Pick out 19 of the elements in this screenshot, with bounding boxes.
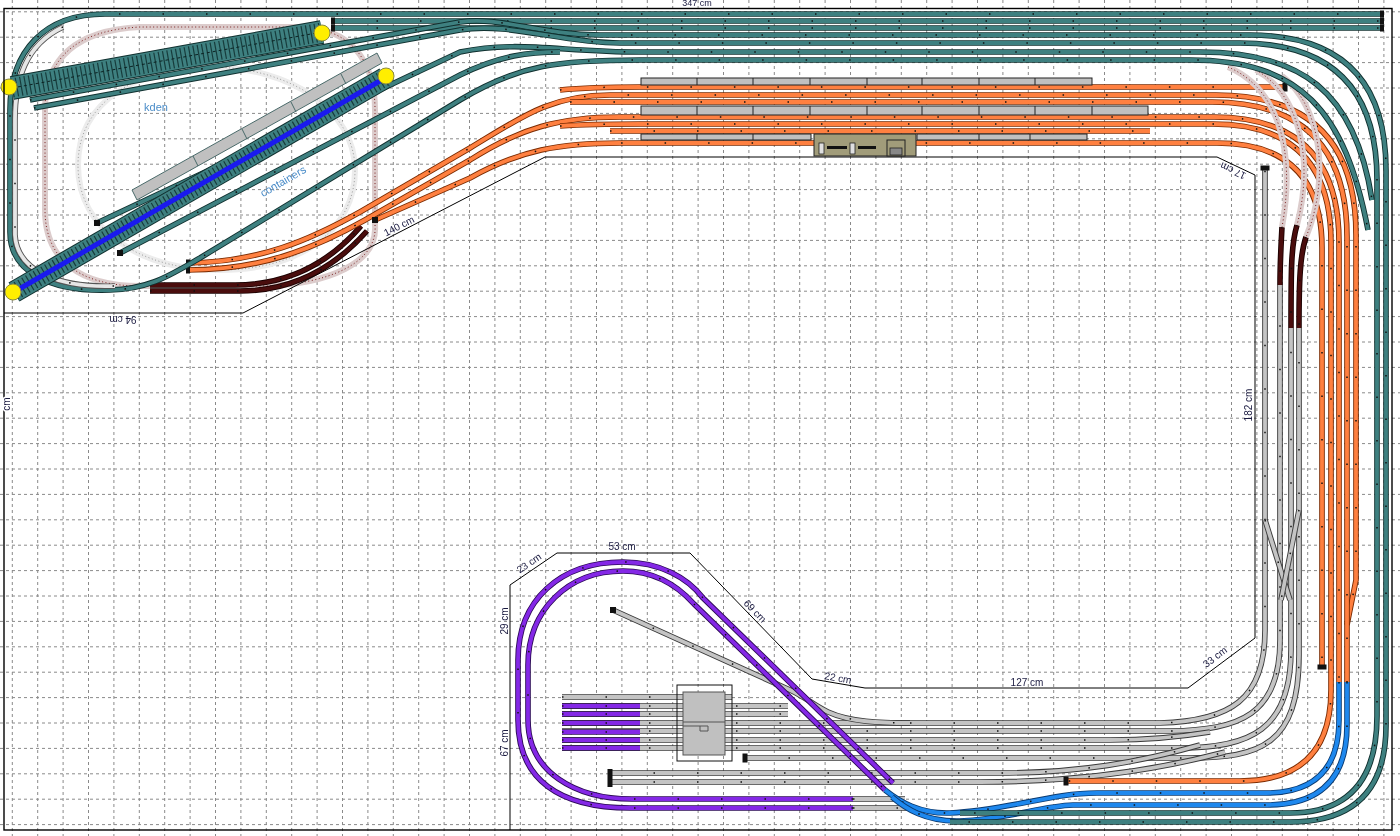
dimension-label: cm	[0, 397, 12, 411]
end-marker-icon	[313, 24, 331, 42]
dimension-label: 69 cm	[741, 597, 769, 625]
dimension-label: 22 cm	[823, 670, 853, 686]
dimension-label: 17 cm	[1218, 160, 1248, 182]
dimension-label: 127 cm	[1010, 676, 1044, 688]
dimension-label: 182 cm	[1242, 388, 1254, 422]
end-marker-icon	[0, 78, 18, 96]
end-marker-icon	[377, 67, 395, 85]
dimension-label: 29 cm	[498, 607, 510, 635]
dimension-label: 53 cm	[608, 540, 636, 552]
dimension-label: 94 cm	[109, 313, 137, 325]
dimension-label: 347 cm	[682, 0, 712, 9]
dimension-label: 33 cm	[1200, 644, 1230, 670]
dimension-label: 140 cm	[381, 213, 417, 239]
end-marker-icon	[4, 283, 22, 301]
dimension-label: 67 cm	[498, 729, 510, 757]
area-label: kden	[144, 101, 168, 113]
dimension-label: 23 cm	[514, 550, 544, 576]
